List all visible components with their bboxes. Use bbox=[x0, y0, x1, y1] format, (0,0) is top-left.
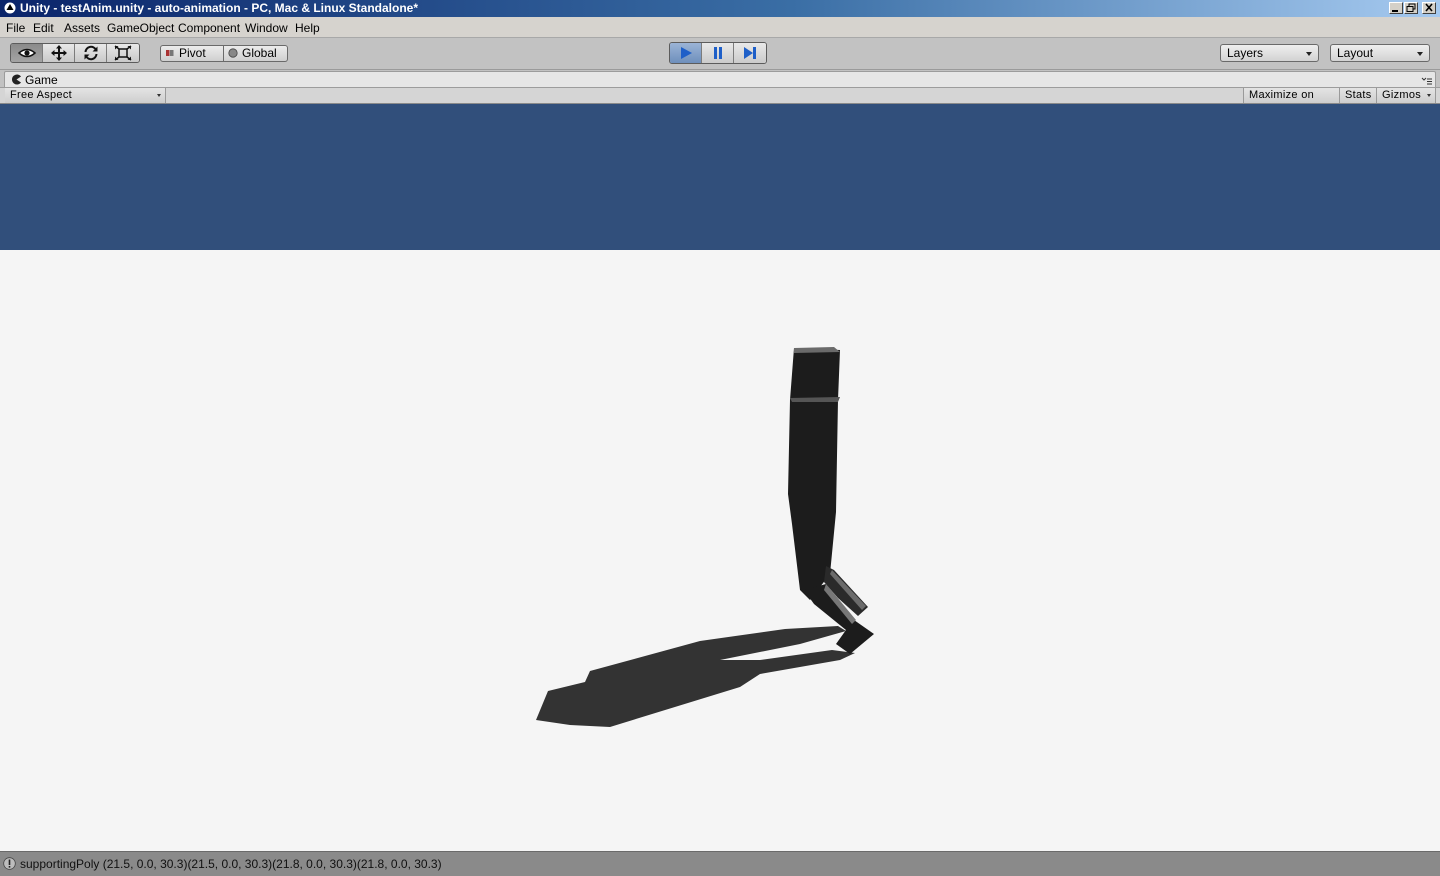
menu-assets[interactable]: Assets bbox=[64, 21, 100, 35]
chevron-down-icon bbox=[1427, 94, 1431, 97]
stats-toggle[interactable]: Stats bbox=[1340, 88, 1377, 103]
pause-button[interactable] bbox=[702, 43, 734, 63]
rotate-icon bbox=[84, 45, 98, 61]
character-torso bbox=[788, 348, 840, 600]
globe-icon bbox=[228, 48, 238, 58]
status-bar[interactable]: supportingPoly (21.5, 0.0, 30.3)(21.5, 0… bbox=[0, 851, 1440, 876]
view-tool-button[interactable] bbox=[11, 44, 43, 62]
menu-gameobject[interactable]: GameObject bbox=[107, 21, 174, 35]
window-title: Unity - testAnim.unity - auto-animation … bbox=[20, 1, 419, 15]
menu-file[interactable]: File bbox=[6, 21, 25, 35]
tab-game-label: Game bbox=[25, 73, 58, 87]
pivot-toggle[interactable]: Pivot bbox=[160, 45, 224, 62]
move-tool-button[interactable] bbox=[43, 44, 75, 62]
stats-label: Stats bbox=[1345, 89, 1372, 101]
layout-dropdown[interactable]: Layout bbox=[1330, 44, 1430, 62]
restore-button[interactable] bbox=[1404, 2, 1418, 14]
menu-edit[interactable]: Edit bbox=[33, 21, 54, 35]
rotate-tool-button[interactable] bbox=[75, 44, 107, 62]
close-button[interactable] bbox=[1422, 2, 1436, 14]
step-icon bbox=[744, 47, 756, 59]
minimize-button[interactable] bbox=[1389, 2, 1403, 14]
playback-controls bbox=[669, 42, 767, 64]
tab-game[interactable]: Game bbox=[4, 71, 1436, 87]
game-pacman-icon bbox=[12, 74, 21, 85]
pivot-label: Pivot bbox=[179, 46, 206, 60]
move-arrows-icon bbox=[51, 45, 67, 61]
minimize-icon bbox=[1392, 10, 1398, 12]
play-button[interactable] bbox=[670, 43, 702, 63]
window-title-bar[interactable]: Unity - testAnim.unity - auto-animation … bbox=[0, 0, 1440, 17]
info-icon bbox=[3, 857, 16, 870]
menu-help[interactable]: Help bbox=[295, 21, 320, 35]
chevron-down-icon bbox=[1306, 52, 1312, 56]
transform-tools bbox=[10, 43, 140, 63]
unity-logo-icon bbox=[4, 2, 16, 14]
chevron-down-icon bbox=[1417, 52, 1423, 56]
game-viewport[interactable] bbox=[0, 104, 1440, 851]
layers-dropdown[interactable]: Layers bbox=[1220, 44, 1319, 62]
layers-label: Layers bbox=[1227, 46, 1264, 60]
menu-window[interactable]: Window bbox=[245, 21, 288, 35]
status-message: supportingPoly (21.5, 0.0, 30.3)(21.5, 0… bbox=[20, 857, 442, 871]
pause-icon bbox=[714, 47, 722, 59]
gizmos-label: Gizmos bbox=[1382, 89, 1422, 101]
main-toolbar: Pivot Global Layers Layout bbox=[0, 38, 1440, 70]
pivot-icon bbox=[166, 50, 174, 56]
gizmos-dropdown[interactable]: Gizmos bbox=[1377, 88, 1436, 103]
chevron-down-icon bbox=[157, 94, 161, 97]
maximize-on-play-toggle[interactable]: Maximize on Play bbox=[1243, 88, 1340, 116]
restore-icon bbox=[1406, 3, 1416, 12]
character-top-face bbox=[794, 347, 840, 353]
step-button[interactable] bbox=[734, 43, 766, 63]
eye-icon bbox=[18, 48, 36, 58]
global-label: Global bbox=[242, 46, 277, 60]
tab-bar: Game bbox=[0, 70, 1440, 87]
global-toggle[interactable]: Global bbox=[224, 45, 288, 62]
menu-component[interactable]: Component bbox=[178, 21, 240, 35]
layout-label: Layout bbox=[1337, 46, 1374, 60]
play-icon bbox=[681, 47, 692, 59]
scale-tool-button[interactable] bbox=[107, 44, 139, 62]
scene-render bbox=[536, 347, 874, 727]
panel-menu-icon[interactable] bbox=[1421, 77, 1433, 85]
aspect-label: Free Aspect bbox=[10, 89, 72, 101]
aspect-dropdown[interactable]: Free Aspect bbox=[5, 88, 166, 103]
scale-icon bbox=[114, 45, 132, 61]
character-shadow bbox=[536, 626, 855, 727]
close-icon bbox=[1425, 3, 1433, 12]
game-view-toolbar: Free Aspect Maximize on Play Stats Gizmo… bbox=[0, 87, 1440, 116]
menu-bar: File Edit Assets GameObject Component Wi… bbox=[0, 17, 1440, 38]
